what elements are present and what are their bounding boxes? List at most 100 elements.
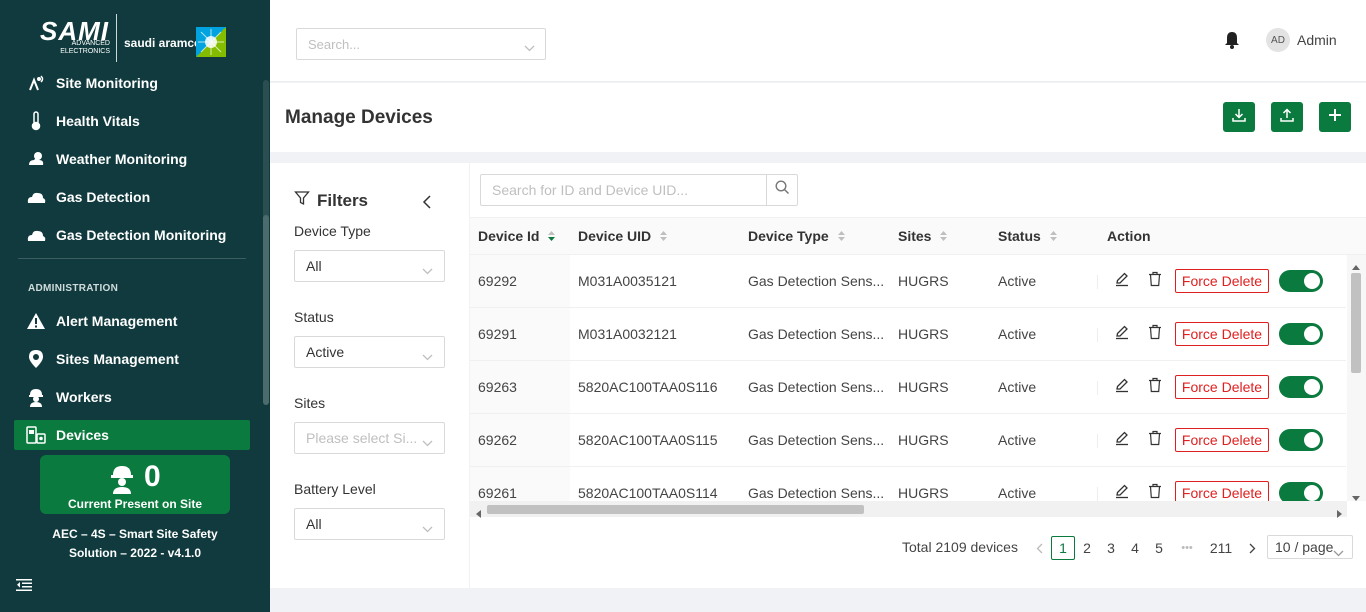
worker-helmet-icon [109, 464, 135, 499]
cell-divider [1097, 487, 1098, 501]
download-button[interactable] [1223, 102, 1255, 132]
logo-area: SAMI ADVANCED ELECTRONICS saudi aramco [0, 0, 270, 70]
pagination-page-1[interactable]: 1 [1051, 536, 1075, 560]
sidebar-item-devices[interactable]: Devices [14, 420, 250, 450]
scroll-right-arrow-icon[interactable] [1337, 505, 1343, 523]
status-select[interactable]: Active [294, 336, 445, 368]
edit-icon[interactable] [1114, 324, 1130, 345]
cell-device-type: Gas Detection Sens... [748, 326, 885, 342]
force-delete-button[interactable]: Force Delete [1175, 428, 1269, 452]
device-type-select[interactable]: All [294, 250, 445, 282]
delete-icon[interactable] [1148, 324, 1162, 345]
pagination-prev-icon[interactable] [1027, 536, 1051, 560]
cell-device-uid: 5820AC100TAA0S115 [578, 432, 718, 448]
sidebar-item-health-vitals[interactable]: Health Vitals [14, 106, 250, 136]
edit-icon[interactable] [1114, 271, 1130, 292]
delete-icon[interactable] [1148, 483, 1162, 501]
delete-icon[interactable] [1148, 271, 1162, 292]
table-row: 69262 5820AC100TAA0S115 Gas Detection Se… [470, 414, 1346, 467]
global-search-select[interactable]: Search... [296, 28, 546, 60]
search-icon [774, 180, 790, 200]
present-count: 0 [144, 460, 161, 493]
battery-level-value: All [306, 516, 322, 532]
sami-logo-subtitle: ADVANCED ELECTRONICS [60, 40, 110, 55]
table-horizontal-scroll-thumb[interactable] [487, 505, 864, 514]
edit-icon[interactable] [1114, 430, 1130, 451]
sidebar-item-label: Devices [56, 427, 109, 443]
page-size-select[interactable]: 10 / page [1267, 535, 1353, 559]
notification-bell-icon[interactable] [1224, 31, 1240, 54]
pagination-page-last[interactable]: 211 [1205, 536, 1237, 560]
collapse-filters-icon[interactable] [422, 195, 432, 214]
column-device-id[interactable]: Device Id [478, 228, 556, 244]
sidebar-item-label: Weather Monitoring [56, 151, 188, 167]
delete-icon[interactable] [1148, 377, 1162, 398]
column-device-type[interactable]: Device Type [748, 228, 846, 244]
column-sites[interactable]: Sites [898, 228, 948, 244]
delete-icon[interactable] [1148, 430, 1162, 451]
worker-icon [26, 387, 46, 407]
device-enabled-toggle[interactable] [1279, 323, 1323, 345]
force-delete-button[interactable]: Force Delete [1175, 269, 1269, 293]
column-device-uid[interactable]: Device UID [578, 228, 668, 244]
device-enabled-toggle[interactable] [1279, 482, 1323, 501]
sidebar-scrollbar-thumb[interactable] [263, 215, 269, 405]
aramco-logo-text: saudi aramco [124, 36, 202, 50]
sites-select[interactable]: Please select Si... [294, 422, 445, 454]
thermometer-icon [26, 111, 46, 131]
filters-panel: Filters Device Type All Status Active Si… [270, 163, 469, 588]
battery-level-select[interactable]: All [294, 508, 445, 540]
warning-icon [26, 311, 46, 331]
scroll-left-arrow-icon[interactable] [475, 505, 481, 523]
status-value: Active [306, 344, 345, 360]
scroll-down-arrow-icon[interactable] [1352, 489, 1360, 507]
device-enabled-toggle[interactable] [1279, 270, 1323, 292]
pagination-page-3[interactable]: 3 [1099, 536, 1123, 560]
cell-status: Active [998, 485, 1037, 501]
device-enabled-toggle[interactable] [1279, 376, 1323, 398]
table-horizontal-scrollbar[interactable] [470, 501, 1347, 518]
sidebar-item-site-monitoring[interactable]: Site Monitoring [14, 68, 250, 98]
column-label: Sites [898, 228, 932, 244]
column-action: Action [1107, 228, 1151, 244]
upload-button[interactable] [1271, 102, 1303, 132]
cell-device-type: Gas Detection Sens... [748, 379, 885, 395]
sidebar-section-administration: ADMINISTRATION [28, 283, 119, 294]
sidebar-item-workers[interactable]: Workers [14, 382, 250, 412]
user-name[interactable]: Admin [1297, 32, 1337, 48]
force-delete-button[interactable]: Force Delete [1175, 322, 1269, 346]
cell-device-id: 69263 [478, 379, 517, 395]
collapse-menu-icon[interactable] [16, 578, 32, 597]
pagination-ellipsis[interactable]: ••• [1175, 536, 1199, 560]
user-avatar[interactable]: AD [1266, 28, 1290, 52]
device-search-button[interactable] [766, 175, 797, 205]
sidebar-item-gas-detection[interactable]: Gas Detection [14, 182, 250, 212]
sidebar-item-gas-detection-monitoring[interactable]: Gas Detection Monitoring [14, 220, 250, 250]
table-vertical-scrollbar[interactable] [1347, 255, 1366, 501]
pagination-next-icon[interactable] [1240, 536, 1264, 560]
pagination-page-4[interactable]: 4 [1123, 536, 1147, 560]
filters-heading: Filters [294, 190, 368, 211]
sort-icon [1049, 230, 1058, 242]
cell-device-id: 69261 [478, 485, 517, 501]
sidebar-item-alert-management[interactable]: Alert Management [14, 306, 250, 336]
location-pin-icon [26, 349, 46, 369]
device-search-placeholder: Search for ID and Device UID... [492, 182, 689, 198]
page-size-value: 10 / page [1275, 539, 1334, 555]
add-device-button[interactable] [1319, 102, 1351, 132]
pagination-page-5[interactable]: 5 [1147, 536, 1171, 560]
force-delete-button[interactable]: Force Delete [1175, 481, 1269, 501]
device-enabled-toggle[interactable] [1279, 429, 1323, 451]
table-vertical-scroll-thumb[interactable] [1351, 273, 1361, 373]
edit-icon[interactable] [1114, 483, 1130, 501]
plus-icon [1327, 107, 1343, 128]
column-label: Device UID [578, 228, 652, 244]
column-status[interactable]: Status [998, 228, 1058, 244]
sidebar-item-sites-management[interactable]: Sites Management [14, 344, 250, 374]
edit-icon[interactable] [1114, 377, 1130, 398]
pagination-page-2[interactable]: 2 [1075, 536, 1099, 560]
column-label: Status [998, 228, 1041, 244]
sidebar-item-weather-monitoring[interactable]: Weather Monitoring [14, 144, 250, 174]
force-delete-button[interactable]: Force Delete [1175, 375, 1269, 399]
device-search-input[interactable]: Search for ID and Device UID... [480, 174, 798, 206]
